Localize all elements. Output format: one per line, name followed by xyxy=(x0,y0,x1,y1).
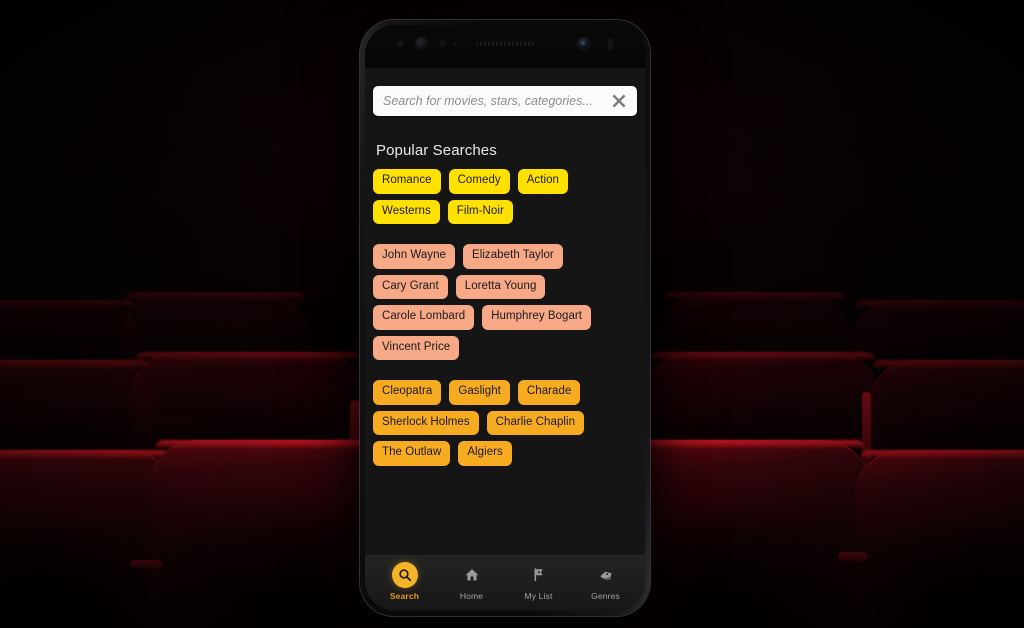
star-tag[interactable]: John Wayne xyxy=(373,244,455,269)
seat-armrest xyxy=(838,552,868,561)
genre-tag[interactable]: Action xyxy=(517,169,568,194)
phone-device: Popular Searches Romance Comedy Action West… xyxy=(360,20,650,616)
seat-armrest xyxy=(130,560,162,568)
genre-tag[interactable]: Westerns xyxy=(373,199,440,224)
iris-scanner-icon xyxy=(415,37,428,50)
star-tag-group: John Wayne Elizabeth Taylor Cary Grant Lore… xyxy=(373,244,637,360)
search-input[interactable] xyxy=(383,94,607,108)
search-magnifier-icon xyxy=(391,561,418,588)
app-screen: Popular Searches Romance Comedy Action West… xyxy=(365,68,645,611)
movie-tag[interactable]: Charlie Chaplin xyxy=(486,410,585,435)
movie-tag[interactable]: The Outlaw xyxy=(373,441,451,466)
movie-tag[interactable]: Gaslight xyxy=(449,380,510,405)
star-tag[interactable]: Cary Grant xyxy=(373,274,448,299)
nav-item-home[interactable]: Home xyxy=(438,562,505,601)
nav-item-genres[interactable]: Genres xyxy=(572,562,639,601)
home-icon xyxy=(459,562,485,588)
star-tag[interactable]: Carole Lombard xyxy=(373,305,475,330)
genre-tag-group: Romance Comedy Action Westerns Film-Noir xyxy=(373,169,637,224)
screenshot-root: Popular Searches Romance Comedy Action West… xyxy=(0,0,1024,628)
nav-label-home: Home xyxy=(459,590,484,601)
bottom-navigation: Search Home My List Genres xyxy=(365,555,645,611)
genre-tag[interactable]: Comedy xyxy=(448,169,510,194)
movie-tag[interactable]: Sherlock Holmes xyxy=(373,410,479,435)
star-tag[interactable]: Humphrey Bogart xyxy=(482,305,592,330)
tag-label-icon xyxy=(593,562,619,588)
front-camera-icon xyxy=(578,38,589,49)
movie-tag[interactable]: Algiers xyxy=(458,441,512,466)
genre-tag[interactable]: Romance xyxy=(373,169,441,194)
camera-lens-icon xyxy=(581,41,586,46)
theater-seat xyxy=(0,450,175,628)
nav-label-my-list: My List xyxy=(524,590,553,601)
secondary-sensor-icon xyxy=(608,38,613,50)
nav-item-search[interactable]: Search xyxy=(371,561,438,601)
phone-top-bezel xyxy=(365,25,645,68)
earpiece-speaker-icon xyxy=(476,41,534,46)
page-title: Popular Searches xyxy=(376,142,497,159)
movie-tag[interactable]: Cleopatra xyxy=(373,380,442,405)
nav-item-my-list[interactable]: My List xyxy=(505,562,572,601)
theater-seat xyxy=(855,450,1024,628)
bookmark-icon xyxy=(526,562,552,588)
movie-tag-group: Cleopatra Gaslight Charade Sherlock Holmes C… xyxy=(373,380,637,466)
star-tag[interactable]: Elizabeth Taylor xyxy=(463,244,563,269)
nav-label-genres: Genres xyxy=(591,590,620,601)
nav-label-search: Search xyxy=(389,590,420,601)
star-tag[interactable]: Vincent Price xyxy=(373,335,460,360)
search-content: Popular Searches Romance Comedy Action West… xyxy=(365,116,645,555)
search-bar-container xyxy=(365,68,645,116)
search-bar[interactable] xyxy=(373,86,637,116)
phone-screen-area: Popular Searches Romance Comedy Action West… xyxy=(365,25,645,611)
movie-tag[interactable]: Charade xyxy=(517,380,581,405)
clear-search-button[interactable] xyxy=(607,89,631,113)
star-tag[interactable]: Loretta Young xyxy=(455,274,546,299)
led-indicator-icon xyxy=(453,42,457,46)
proximity-sensor-icon xyxy=(397,40,404,47)
genre-tag[interactable]: Film-Noir xyxy=(447,199,513,224)
light-sensor-icon xyxy=(439,40,446,47)
close-x-icon xyxy=(612,94,626,108)
